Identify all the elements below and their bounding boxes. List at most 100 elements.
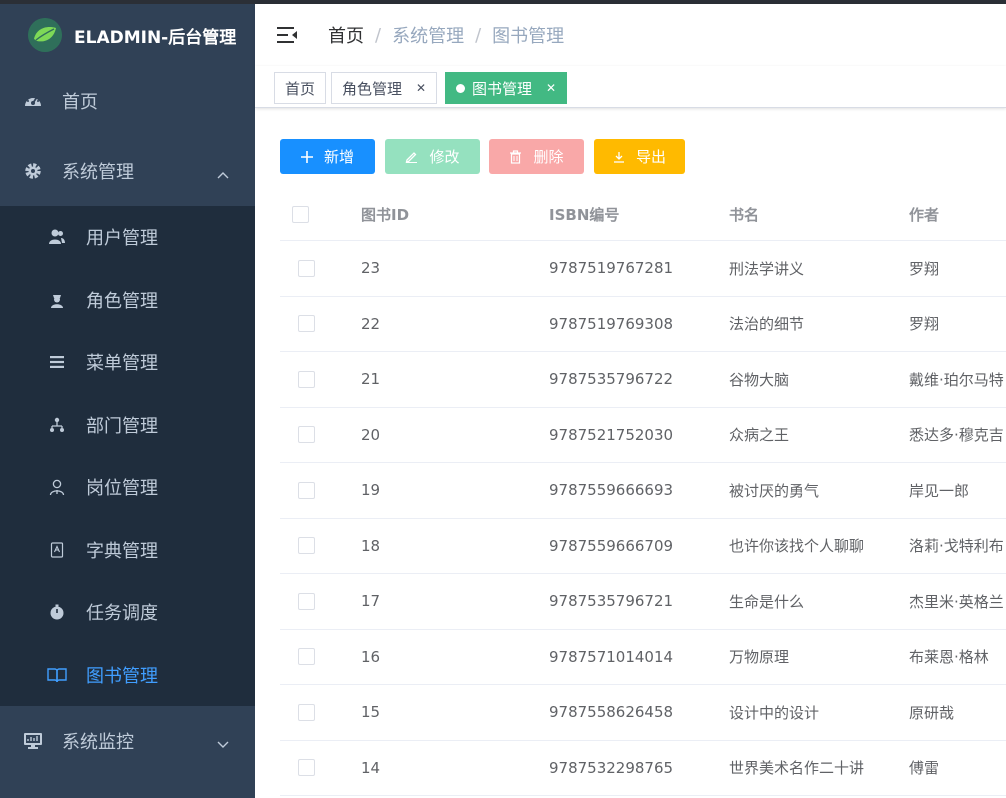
tag-home[interactable]: 首页: [274, 72, 327, 104]
menu-list-icon: [47, 352, 67, 372]
sidebar-item-label: 岗位管理: [86, 478, 158, 500]
download-icon: [613, 151, 625, 163]
plus-icon: [300, 150, 313, 163]
sidebar-item-label: 图书管理: [86, 665, 158, 687]
cell-isbn: 9787559666693: [549, 481, 674, 500]
sidebar-item-departments[interactable]: 部门管理: [0, 394, 255, 457]
sidebar-item-jobs[interactable]: 岗位管理: [0, 456, 255, 519]
trash-icon: [509, 149, 522, 164]
sidebar-item-label: 字典管理: [86, 540, 158, 562]
dashboard-icon: [22, 90, 44, 112]
sidebar-item-books[interactable]: 图书管理: [0, 644, 255, 707]
export-button[interactable]: 导出: [594, 139, 685, 174]
table-row[interactable]: 17 9787535796721 生命是什么 杰里米·英格兰: [280, 574, 1006, 630]
sidebar-item-label: 任务调度: [86, 603, 158, 625]
row-checkbox[interactable]: [298, 259, 315, 277]
row-checkbox[interactable]: [298, 537, 315, 555]
close-icon[interactable]: ✕: [416, 81, 426, 95]
sidebar-item-monitor[interactable]: 系统监控: [0, 706, 255, 776]
job-icon: [47, 477, 67, 497]
sidebar-item-tasks[interactable]: 任务调度: [0, 581, 255, 644]
sidebar-item-label: 系统管理: [62, 162, 134, 183]
table-row[interactable]: 16 9787571014014 万物原理 布莱恩·格林: [280, 630, 1006, 685]
row-checkbox[interactable]: [298, 703, 315, 721]
cell-name: 设计中的设计: [729, 703, 820, 722]
chevron-up-icon: [217, 163, 229, 184]
cell-isbn: 9787571014014: [549, 647, 674, 666]
row-checkbox[interactable]: [298, 592, 315, 610]
select-all-checkbox[interactable]: [292, 206, 309, 223]
breadcrumb-current: 图书管理: [492, 26, 565, 47]
role-icon: [47, 290, 67, 310]
tags-view: 首页 角色管理 ✕ 图书管理 ✕: [255, 66, 1006, 108]
sidebar-item-dictionary[interactable]: 字典管理: [0, 519, 255, 582]
delete-label: 删除: [533, 148, 564, 166]
add-button[interactable]: 新增: [280, 139, 375, 174]
active-dot-icon: [456, 83, 465, 93]
table-row[interactable]: 18 9787559666709 也许你该找个人聊聊 洛莉·戈特利布: [280, 519, 1006, 574]
breadcrumb-separator: /: [375, 24, 382, 46]
cell-author: 布莱恩·格林: [909, 648, 989, 667]
cell-isbn: 9787519767281: [549, 259, 674, 278]
monitor-icon: [22, 730, 44, 752]
table-row[interactable]: 19 9787559666693 被讨厌的勇气 岸见一郎: [280, 463, 1006, 519]
edit-button[interactable]: 修改: [385, 139, 480, 174]
table-row[interactable]: 23 9787519767281 刑法学讲义 罗翔: [280, 241, 1006, 297]
cell-author: 原研哉: [909, 703, 955, 722]
row-checkbox[interactable]: [298, 426, 315, 444]
row-checkbox[interactable]: [298, 370, 315, 388]
breadcrumb-home[interactable]: 首页: [328, 22, 364, 48]
sidebar-item-roles[interactable]: 角色管理: [0, 269, 255, 332]
delete-button[interactable]: 删除: [489, 139, 584, 174]
column-header-author[interactable]: 作者: [909, 204, 939, 225]
breadcrumb-system[interactable]: 系统管理: [392, 22, 464, 48]
table-row[interactable]: 22 9787519769308 法治的细节 罗翔: [280, 297, 1006, 352]
table-row[interactable]: 20 9787521752030 众病之王 悉达多·穆克吉: [280, 408, 1006, 463]
table-header: 图书ID ISBN编号 书名 作者: [280, 189, 1006, 241]
breadcrumb-separator: /: [475, 24, 482, 46]
sidebar-item-system[interactable]: 系统管理: [0, 136, 255, 206]
hamburger-icon[interactable]: [276, 24, 298, 46]
sidebar-item-menus[interactable]: 菜单管理: [0, 331, 255, 394]
tag-roles[interactable]: 角色管理 ✕: [331, 72, 438, 104]
org-tree-icon: [47, 415, 67, 435]
table-row[interactable]: 15 9787558626458 设计中的设计 原研哉: [280, 685, 1006, 741]
cell-author: 傅雷: [909, 759, 940, 778]
cell-name: 法治的细节: [729, 315, 805, 334]
sidebar-item-home[interactable]: 首页: [0, 66, 255, 136]
add-label: 新增: [323, 148, 354, 166]
cell-name: 也许你该找个人聊聊: [729, 537, 865, 556]
row-checkbox[interactable]: [298, 481, 315, 499]
sidebar-item-label: 角色管理: [86, 290, 158, 312]
cell-isbn: 9787519769308: [549, 314, 674, 333]
cell-isbn: 9787521752030: [549, 425, 674, 444]
cell-isbn: 9787559666709: [549, 536, 674, 555]
column-header-isbn[interactable]: ISBN编号: [549, 204, 619, 225]
column-header-name[interactable]: 书名: [729, 204, 759, 225]
column-header-id[interactable]: 图书ID: [361, 204, 409, 225]
row-checkbox[interactable]: [298, 315, 315, 333]
navbar: 首页 / 系统管理 / 图书管理: [255, 4, 1006, 66]
edit-icon: [405, 150, 418, 163]
cell-name: 世界美术名作二十讲: [729, 759, 865, 778]
logo[interactable]: ELADMIN-后台管理: [0, 4, 255, 66]
cell-name: 刑法学讲义: [729, 259, 805, 278]
cell-id: 17: [361, 592, 381, 611]
table-row[interactable]: 14 9787532298765 世界美术名作二十讲 傅雷: [280, 741, 1006, 796]
tag-books[interactable]: 图书管理 ✕: [445, 72, 568, 104]
cell-name: 被讨厌的勇气: [729, 481, 820, 500]
cell-name: 万物原理: [729, 648, 790, 667]
row-checkbox[interactable]: [298, 648, 315, 666]
sidebar-item-label: 部门管理: [86, 415, 158, 437]
cell-id: 20: [361, 425, 381, 444]
row-checkbox[interactable]: [298, 759, 315, 777]
table-body: 23 9787519767281 刑法学讲义 罗翔 22 9787519769308 法治的…: [280, 241, 1006, 796]
cell-author: 杰里米·英格兰: [909, 592, 1004, 611]
cell-name: 生命是什么: [729, 592, 805, 611]
cell-isbn: 9787535796722: [549, 370, 674, 389]
submenu-system: 用户管理 角色管理 菜单管理 部门管理 岗位管理 字典管理 任务调度 图书管理: [0, 206, 255, 706]
sidebar-item-users[interactable]: 用户管理: [0, 206, 255, 269]
dictionary-icon: [47, 540, 67, 560]
close-icon[interactable]: ✕: [546, 81, 556, 95]
table-row[interactable]: 21 9787535796722 谷物大脑 戴维·珀尔马特: [280, 352, 1006, 408]
